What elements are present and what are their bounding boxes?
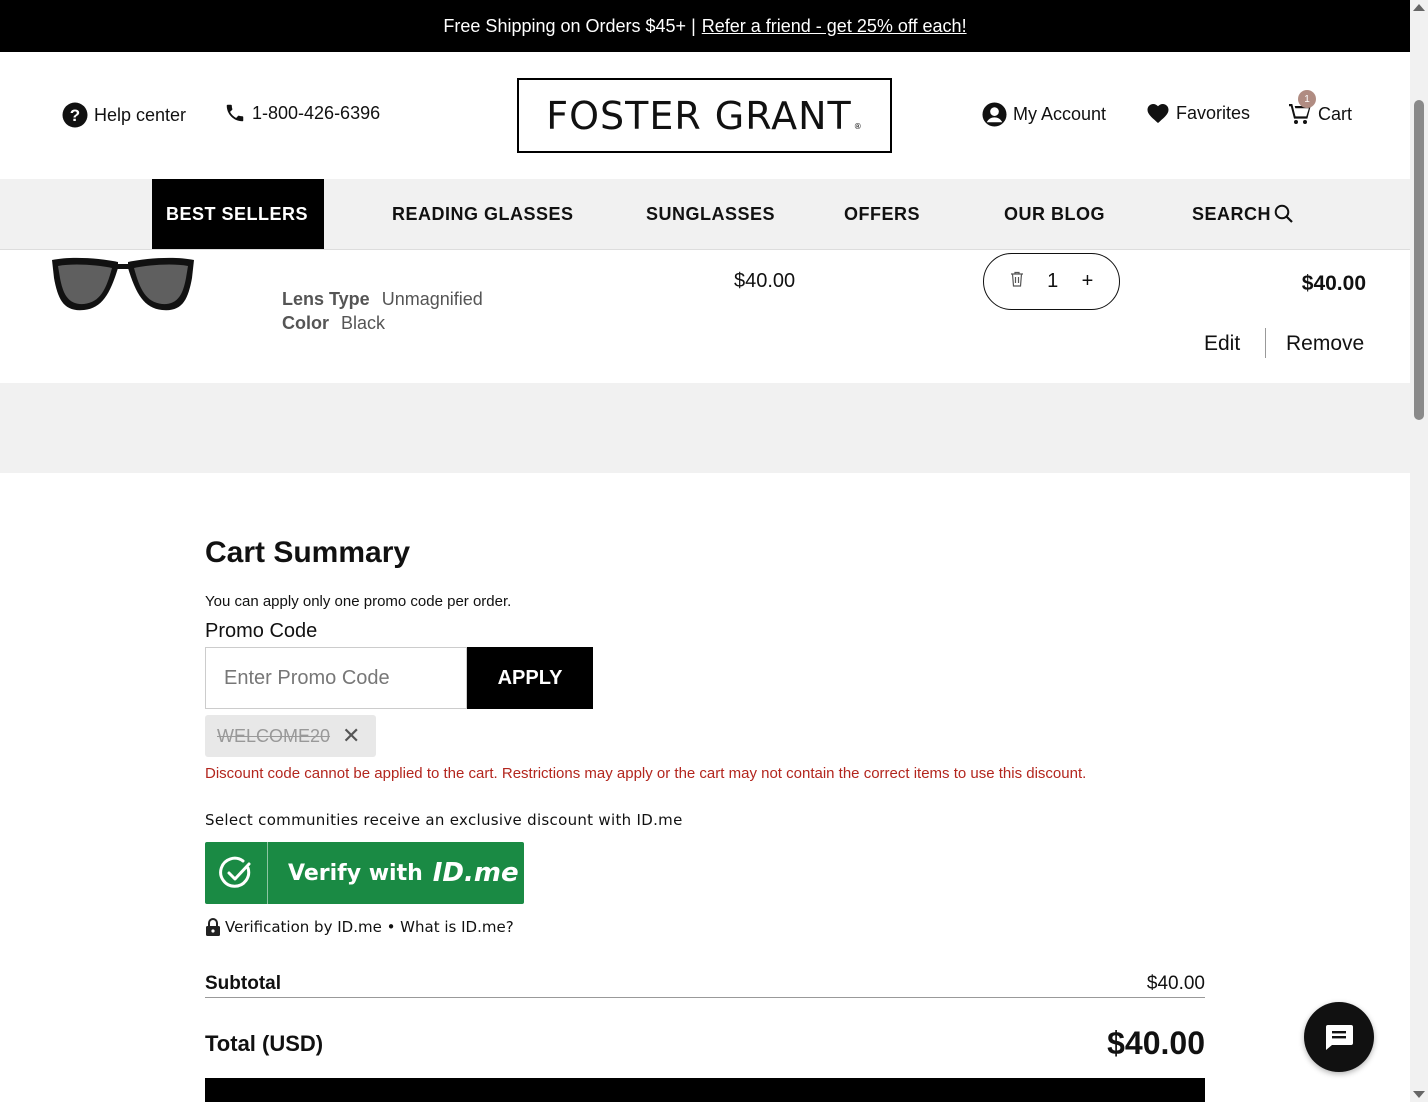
scroll-down-arrow[interactable]: [1413, 1091, 1425, 1098]
subtotal-value: $40.00: [1146, 973, 1205, 994]
subtotal-label: Subtotal: [205, 973, 281, 994]
quantity-value: 1: [1047, 270, 1059, 292]
quantity-stepper: 1 +: [983, 253, 1120, 310]
help-center-link[interactable]: ? Help center: [62, 102, 186, 128]
nav-offers[interactable]: OFFERS: [844, 179, 920, 249]
edit-item-link[interactable]: Edit: [1204, 332, 1240, 356]
scroll-thumb[interactable]: [1414, 100, 1424, 420]
nav-our-blog[interactable]: OUR BLOG: [1004, 179, 1105, 249]
idme-logo: ID.me: [432, 858, 519, 888]
my-account-link[interactable]: My Account: [982, 102, 1106, 127]
close-icon[interactable]: ✕: [342, 723, 360, 749]
lock-icon: [206, 918, 220, 936]
check-circle-icon: [205, 842, 268, 904]
verification-info: Verification by ID.me • What is ID.me?: [205, 918, 514, 936]
applied-promo-tag: WELCOME20 ✕: [205, 715, 376, 757]
scroll-up-arrow[interactable]: [1413, 4, 1425, 11]
nav-search-label: SEARCH: [1192, 203, 1272, 224]
remove-item-link[interactable]: Remove: [1286, 332, 1364, 356]
site-header: ? Help center 1-800-426-6396 FOSTER GRAN…: [0, 52, 1410, 179]
cart-label: Cart: [1318, 103, 1353, 124]
total-label: Total (USD): [205, 1030, 324, 1056]
search-icon: [1274, 204, 1293, 223]
favorites-link[interactable]: Favorites: [1146, 102, 1250, 124]
unit-price: $40.00: [734, 270, 796, 292]
my-account-label: My Account: [1013, 104, 1107, 124]
promo-error-message: Discount code cannot be applied to the c…: [205, 765, 1087, 782]
cart-count-badge: 1: [1298, 90, 1316, 108]
chat-icon: [1326, 1025, 1353, 1050]
logo-registered-mark: ®: [853, 122, 863, 131]
phone-icon: [226, 104, 244, 122]
phone-link[interactable]: 1-800-426-6396: [224, 102, 380, 124]
cart-link[interactable]: 1 Cart: [1288, 90, 1353, 126]
nav-search[interactable]: SEARCH: [1192, 179, 1294, 249]
lens-type: Lens Type Unmagnified: [282, 289, 483, 310]
promo-code-input[interactable]: [205, 647, 467, 709]
divider: [1265, 328, 1266, 358]
subtotal-row: Subtotal $40.00: [205, 973, 1205, 998]
nav-reading-glasses[interactable]: READING GLASSES: [392, 179, 574, 249]
scrollbar[interactable]: [1410, 0, 1428, 1102]
verify-idme-button[interactable]: Verify with ID.me: [205, 842, 524, 904]
cart-item-row: Lens Type Unmagnified Color Black $40.00 1…: [0, 250, 1410, 383]
idme-note: Select communities receive an exclusive …: [205, 811, 683, 829]
refer-friend-link[interactable]: Refer a friend - get 25% off each!: [702, 16, 967, 37]
increment-button[interactable]: +: [1082, 270, 1094, 293]
favorites-label: Favorites: [1176, 102, 1251, 123]
promo-note: You can apply only one promo code per or…: [205, 593, 512, 610]
total-value: $40.00: [1107, 1025, 1205, 1061]
promo-code-label: Promo Code: [205, 620, 318, 642]
section-divider-band: [0, 383, 1410, 473]
verification-text[interactable]: Verification by ID.me • What is ID.me?: [225, 918, 514, 936]
promo-text: Free Shipping on Orders $45+ |: [443, 15, 696, 36]
foster-grant-logo[interactable]: FOSTER GRANT ®: [517, 78, 892, 153]
help-icon: ?: [62, 102, 88, 128]
line-total: $40.00: [1301, 272, 1366, 295]
lens-type-label: Lens Type: [282, 289, 370, 309]
product-image[interactable]: [50, 254, 196, 314]
apply-button[interactable]: APPLY: [467, 647, 593, 709]
checkout-button[interactable]: [205, 1078, 1205, 1102]
lens-type-value: Unmagnified: [381, 289, 483, 309]
phone-number: 1-800-426-6396: [252, 102, 381, 123]
chat-button[interactable]: [1304, 1002, 1374, 1072]
applied-promo-code: WELCOME20: [217, 725, 331, 746]
nav-sunglasses[interactable]: SUNGLASSES: [646, 179, 775, 249]
svg-text:?: ?: [70, 106, 80, 125]
color: Color Black: [282, 313, 385, 334]
main-nav: BEST SELLERS READING GLASSES SUNGLASSES …: [0, 179, 1410, 250]
total-row: Total (USD) $40.00: [205, 1025, 1205, 1062]
trash-icon[interactable]: [1010, 270, 1024, 293]
logo-text: FOSTER GRANT: [546, 93, 852, 138]
color-value: Black: [341, 313, 386, 333]
help-center-label: Help center: [94, 104, 187, 125]
promo-bar: Free Shipping on Orders $45+ | Refer a f…: [0, 0, 1410, 52]
cart-summary-title: Cart Summary: [205, 536, 411, 569]
heart-icon: [1147, 104, 1169, 123]
verify-idme-label: Verify with: [288, 860, 423, 886]
nav-best-sellers[interactable]: BEST SELLERS: [152, 179, 324, 249]
account-icon: [982, 102, 1007, 127]
color-label: Color: [282, 313, 329, 333]
